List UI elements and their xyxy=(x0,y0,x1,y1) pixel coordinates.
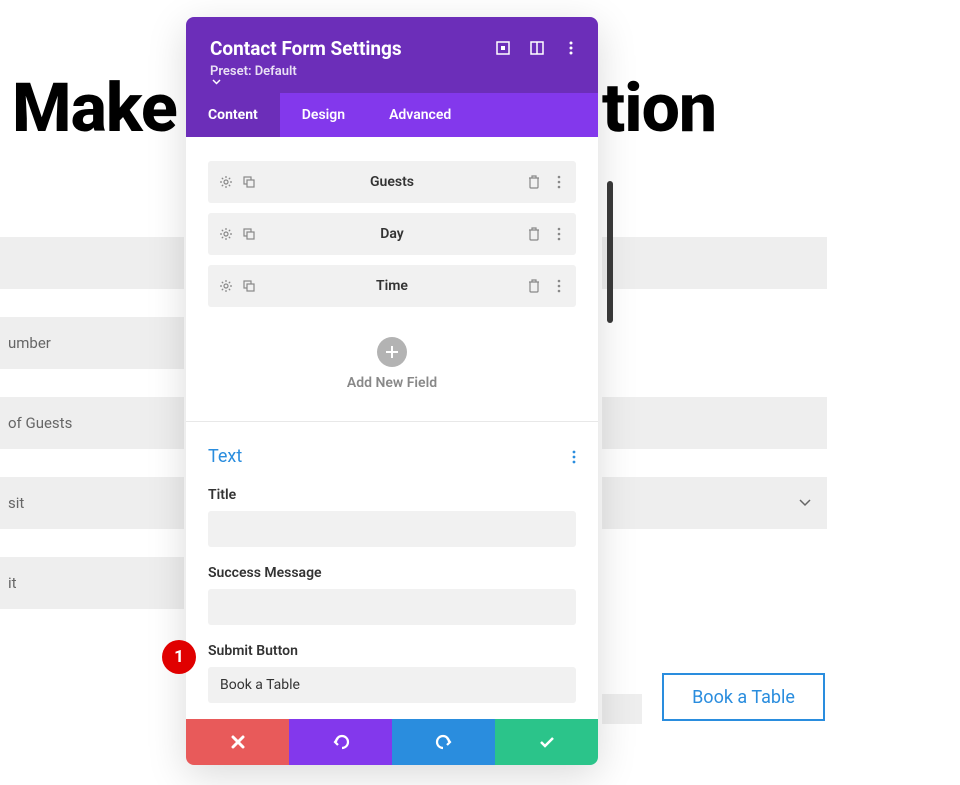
modal-body: Guests xyxy=(186,137,598,719)
add-field-button[interactable] xyxy=(377,337,407,367)
duplicate-icon[interactable] xyxy=(241,227,256,242)
more-vertical-icon[interactable] xyxy=(551,279,566,294)
tab-design[interactable]: Design xyxy=(280,93,367,137)
bg-form-field[interactable] xyxy=(602,397,827,449)
submit-button-label: Submit Button xyxy=(208,643,576,659)
save-button[interactable] xyxy=(495,719,598,765)
modal-footer xyxy=(186,719,598,765)
bg-phone-field[interactable]: umber xyxy=(0,317,184,369)
submit-button-input[interactable] xyxy=(208,667,576,703)
trash-icon[interactable] xyxy=(526,175,541,190)
bg-form-field[interactable] xyxy=(0,237,184,289)
bg-day-field[interactable]: sit xyxy=(0,477,184,529)
field-list: Guests xyxy=(186,137,598,421)
field-label: Time xyxy=(376,278,408,294)
scrollbar-thumb[interactable] xyxy=(607,181,613,323)
gear-icon[interactable] xyxy=(218,175,233,190)
field-label: Day xyxy=(380,226,404,242)
title-input[interactable] xyxy=(208,511,576,547)
undo-button[interactable] xyxy=(289,719,392,765)
title-label: Title xyxy=(208,487,576,503)
field-row-guests[interactable]: Guests xyxy=(208,161,576,203)
gear-icon[interactable] xyxy=(218,279,233,294)
text-more-icon[interactable] xyxy=(572,450,576,464)
close-icon xyxy=(231,735,245,749)
bg-shape xyxy=(602,694,642,724)
annotation-marker: 1 xyxy=(162,640,196,674)
field-label: Guests xyxy=(370,174,414,190)
more-vertical-icon[interactable] xyxy=(551,175,566,190)
expand-icon[interactable] xyxy=(494,39,512,57)
page-heading-left: Make xyxy=(12,68,177,148)
redo-button[interactable] xyxy=(392,719,495,765)
add-field-label: Add New Field xyxy=(208,375,576,391)
trash-icon[interactable] xyxy=(526,227,541,242)
preset-selector[interactable]: Preset: Default xyxy=(210,64,574,85)
check-icon xyxy=(539,736,555,748)
gear-icon[interactable] xyxy=(218,227,233,242)
responsive-icon[interactable] xyxy=(528,39,546,57)
bg-form-field[interactable] xyxy=(602,237,827,289)
tab-advanced[interactable]: Advanced xyxy=(367,93,473,137)
modal-tabs: Content Design Advanced xyxy=(186,93,598,137)
undo-icon xyxy=(332,734,350,750)
duplicate-icon[interactable] xyxy=(241,279,256,294)
bg-guests-field[interactable]: of Guests xyxy=(0,397,184,449)
text-section-heading[interactable]: Text xyxy=(208,446,242,467)
field-row-time[interactable]: Time xyxy=(208,265,576,307)
bg-dropdown-field[interactable] xyxy=(602,477,827,529)
text-section: Text Title Success Message Submi xyxy=(186,446,598,719)
redo-icon xyxy=(435,734,453,750)
tab-content[interactable]: Content xyxy=(186,93,280,137)
divider xyxy=(186,421,598,422)
more-icon[interactable] xyxy=(562,39,580,57)
duplicate-icon[interactable] xyxy=(241,175,256,190)
book-table-button[interactable]: Book a Table xyxy=(662,673,825,721)
modal-header: Contact Form Settings Preset: Default xyxy=(186,17,598,93)
more-vertical-icon[interactable] xyxy=(551,227,566,242)
success-message-label: Success Message xyxy=(208,565,576,581)
field-row-day[interactable]: Day xyxy=(208,213,576,255)
trash-icon[interactable] xyxy=(526,279,541,294)
settings-modal: Contact Form Settings Preset: Default Co… xyxy=(186,17,598,765)
cancel-button[interactable] xyxy=(186,719,289,765)
success-message-input[interactable] xyxy=(208,589,576,625)
bg-time-field[interactable]: it xyxy=(0,557,184,609)
chevron-down-icon xyxy=(799,499,811,507)
page-heading-right: tion xyxy=(602,68,716,148)
